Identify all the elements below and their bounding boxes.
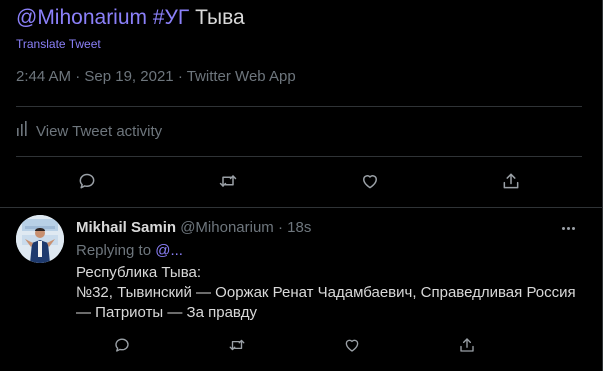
meta-separator: ·: [75, 68, 81, 85]
tweet-text: @Mihonarium #УГ Тыва: [16, 4, 245, 32]
retweet-icon: [229, 339, 244, 351]
reply-button[interactable]: [102, 333, 142, 357]
reply-line: Республика Тыва:: [76, 264, 202, 281]
analytics-icon: [16, 121, 30, 141]
replying-prefix: Replying to: [76, 242, 152, 259]
reply-line: №32, Тывинский — Ооржак Ренат Чадамбаеви…: [76, 284, 576, 301]
mention-link[interactable]: @Mihonarium: [16, 6, 147, 29]
more-icon[interactable]: [556, 219, 580, 237]
translate-tweet-link[interactable]: Translate Tweet: [16, 37, 101, 51]
retweet-icon: [220, 175, 237, 187]
replying-to-link[interactable]: @...: [155, 242, 183, 259]
tweet-time[interactable]: 2:44 AM: [16, 68, 71, 85]
tweet-meta: 2:44 AM · Sep 19, 2021 · Twitter Web App: [16, 68, 296, 85]
divider: [0, 207, 602, 208]
heart-icon: [362, 175, 377, 189]
view-tweet-activity-link[interactable]: View Tweet activity: [16, 121, 162, 141]
heart-icon: [345, 339, 358, 352]
replying-to: Replying to @...: [76, 242, 183, 259]
divider: [16, 156, 582, 157]
divider: [16, 106, 582, 107]
like-button[interactable]: [332, 333, 372, 357]
like-button[interactable]: [350, 169, 390, 193]
avatar[interactable]: [16, 215, 64, 263]
reply-icon: [79, 173, 95, 189]
tweet-actions: [16, 169, 582, 193]
header-separator: ·: [277, 219, 283, 236]
share-icon: [459, 338, 474, 352]
author-name[interactable]: Mikhail Samin: [76, 219, 176, 236]
reply-header: Mikhail Samin @Mihonarium · 18s: [76, 219, 311, 236]
share-button[interactable]: [447, 333, 487, 357]
reply-tweet[interactable]: Mikhail Samin @Mihonarium · 18s Replying…: [0, 209, 602, 371]
meta-separator: ·: [177, 68, 183, 85]
reply-time[interactable]: 18s: [287, 219, 311, 236]
retweet-button[interactable]: [217, 333, 257, 357]
author-handle[interactable]: @Mihonarium: [180, 219, 274, 236]
reply-button[interactable]: [67, 169, 107, 193]
reply-icon: [114, 338, 129, 352]
tweet-date[interactable]: Sep 19, 2021: [84, 68, 173, 85]
share-icon: [503, 173, 519, 189]
tweet-text-plain: Тыва: [195, 6, 245, 29]
hashtag-link[interactable]: #УГ: [153, 6, 189, 29]
tweet-source[interactable]: Twitter Web App: [187, 68, 296, 85]
share-button[interactable]: [491, 169, 531, 193]
reply-actions: [64, 333, 524, 357]
activity-label: View Tweet activity: [36, 122, 163, 140]
retweet-button[interactable]: [208, 169, 248, 193]
reply-line: — Патриоты — За правду: [76, 304, 257, 321]
reply-text: Республика Тыва: №32, Тывинский — Ооржак…: [76, 263, 586, 323]
